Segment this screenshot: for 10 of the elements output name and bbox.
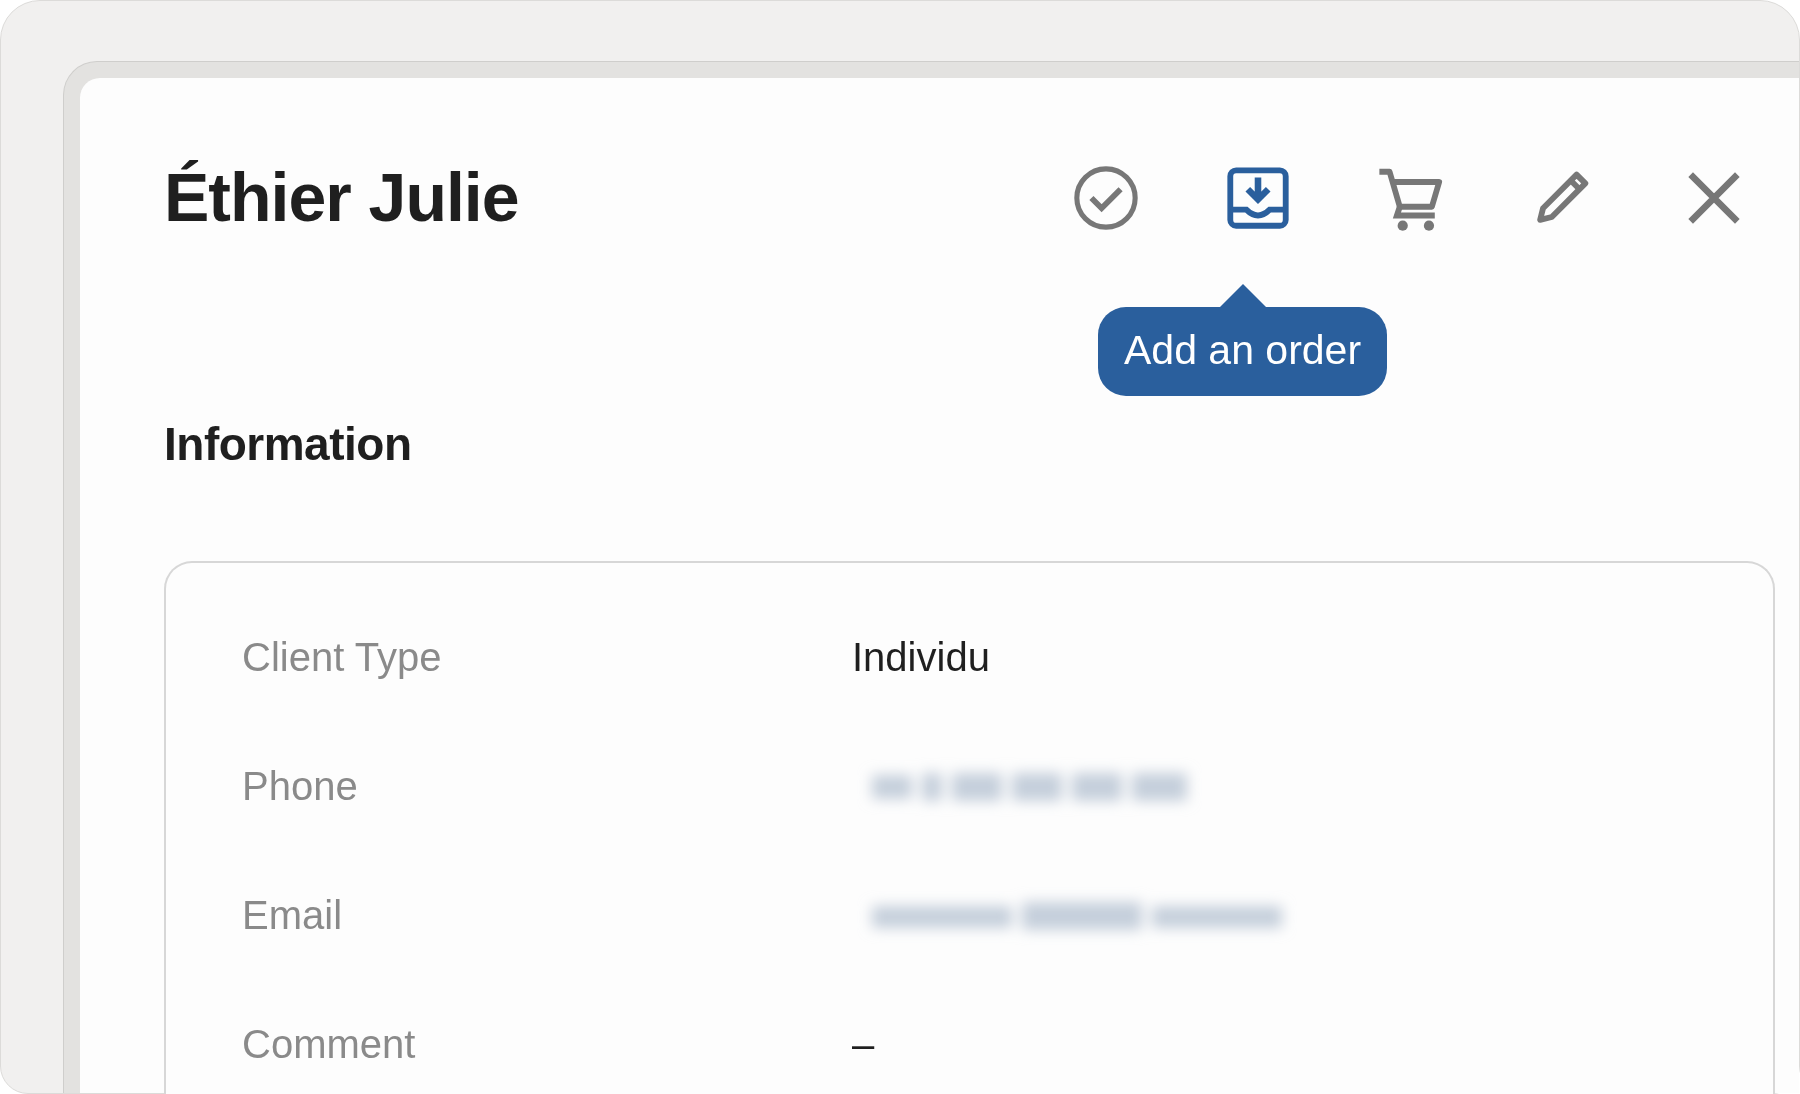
- field-label: Email: [242, 893, 343, 938]
- field-value: –: [852, 1022, 875, 1067]
- field-label: Phone: [242, 764, 358, 809]
- client-name-title: Éthier Julie: [164, 158, 519, 236]
- tooltip-pointer: [1218, 284, 1267, 308]
- section-heading: Information: [164, 417, 413, 471]
- field-label: Client Type: [242, 635, 442, 680]
- check-circle-icon[interactable]: [1071, 163, 1139, 231]
- field-label: Comment: [242, 1022, 416, 1067]
- field-value: Individu: [852, 635, 990, 680]
